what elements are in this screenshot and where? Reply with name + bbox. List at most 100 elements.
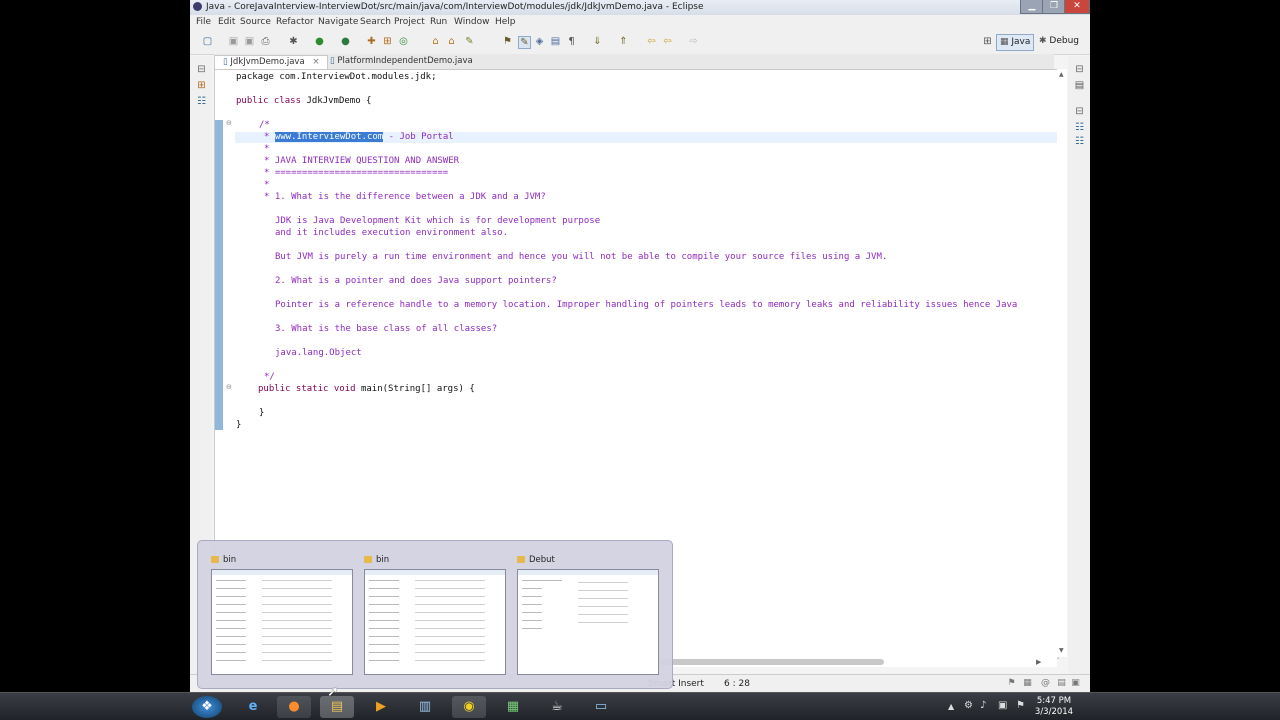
minimize-button[interactable]: ▁ (1020, 0, 1044, 14)
java-perspective-icon: ▦ (1000, 37, 1012, 47)
tab-jdkjvmdemo[interactable]: ▯ JdkJvmDemo.java × (214, 55, 329, 69)
preview-column (262, 580, 332, 581)
comment-star: * (264, 144, 270, 154)
search-icon[interactable]: ✎ (464, 36, 475, 47)
action-center-icon[interactable]: ⚑ (1016, 700, 1025, 711)
preview-column (415, 604, 485, 605)
remote-desktop-icon[interactable]: ▭ (584, 696, 618, 718)
notepad-app-icon[interactable]: ▥ (408, 696, 442, 718)
menu-bar: File Edit Source Refactor Navigate Searc… (190, 15, 1090, 30)
preview-header (518, 570, 658, 575)
toggle-mark-icon[interactable]: ✎ (518, 36, 531, 49)
tasks-icon[interactable]: ⚑ (1006, 678, 1017, 689)
preview-row (369, 588, 399, 589)
vertical-scrollbar[interactable]: ▲ ▼ (1057, 69, 1067, 657)
restore-view-icon[interactable]: ⊟ (196, 64, 207, 75)
new-package-icon[interactable]: ◎ (398, 36, 409, 47)
preview-row (216, 628, 246, 629)
coverage-icon[interactable]: ● (340, 36, 351, 47)
outline-icon[interactable]: ☷ (1074, 136, 1085, 147)
open-perspective-icon[interactable]: ⊞ (982, 36, 993, 47)
media-player-icon[interactable]: ▶ (364, 696, 398, 718)
close-button[interactable]: ✕ (1064, 0, 1090, 14)
preview-label-text: bin (223, 555, 237, 565)
last-edit-icon[interactable]: ⇦ (646, 36, 657, 47)
menu-project[interactable]: Project (394, 17, 425, 27)
preview-window-debut[interactable]: Debut (515, 551, 665, 677)
preview-column (415, 612, 485, 613)
comment-answer-3: java.lang.Object (275, 348, 362, 358)
perspective-java[interactable]: ▦ Java (996, 34, 1035, 51)
menu-edit[interactable]: Edit (218, 17, 235, 27)
menu-navigate[interactable]: Navigate (318, 17, 358, 27)
preview-row (522, 628, 542, 629)
show-hidden-icons-icon[interactable]: ▲ (948, 702, 954, 711)
fold-collapse-icon[interactable]: ⊖ (226, 383, 232, 391)
network-icon[interactable]: ▣ (998, 700, 1007, 711)
debug-icon[interactable]: ✱ (288, 36, 299, 47)
scroll-right-icon[interactable]: ▶ (1036, 658, 1041, 666)
system-tray-icon[interactable]: ⚙ (964, 700, 973, 711)
pin-icon[interactable]: ⚑ (502, 36, 513, 47)
menu-run[interactable]: Run (430, 17, 447, 27)
menu-help[interactable]: Help (495, 17, 516, 27)
comment-answer-1a: JDK is Java Development Kit which is for… (275, 216, 601, 226)
console-icon[interactable]: @ (1040, 678, 1051, 689)
tab-platformindependentdemo[interactable]: ▯ PlatformIndependentDemo.java (322, 55, 481, 68)
outline-icon[interactable]: ☷ (1074, 122, 1085, 133)
restore-button[interactable]: ❐ (1042, 0, 1066, 14)
code-brace-class: } (236, 420, 242, 430)
fold-collapse-icon[interactable]: ⊖ (226, 119, 232, 127)
new-java-project-icon[interactable]: ⊞ (382, 36, 393, 47)
scroll-down-icon[interactable]: ▼ (1059, 647, 1064, 654)
save-all-icon[interactable]: ▣ (244, 36, 255, 47)
next-annotation-icon[interactable]: ⇓ (592, 36, 603, 47)
save-icon[interactable]: ▣ (228, 36, 239, 47)
preview-label: bin (364, 553, 389, 567)
start-button[interactable]: ❖ (192, 696, 222, 718)
preview-column (415, 620, 485, 621)
new-icon[interactable]: ▢ (202, 36, 213, 47)
forward-icon[interactable]: ⇨ (688, 36, 699, 47)
task-list-icon[interactable]: ▤ (1074, 80, 1085, 91)
external-tools-icon[interactable]: ✚ (366, 36, 377, 47)
back-icon[interactable]: ⇦ (662, 36, 673, 47)
menu-window[interactable]: Window (454, 17, 490, 27)
show-whitespace-icon[interactable]: ◈ (534, 36, 545, 47)
preview-window-bin-1[interactable]: bin (209, 551, 359, 677)
print-icon[interactable]: ⎙ (260, 36, 271, 47)
mouse-pointer-icon: ➚ (327, 684, 339, 700)
fast-view-icon[interactable]: ▣ (1070, 678, 1081, 689)
hierarchy-icon[interactable]: ☷ (196, 96, 207, 107)
internet-explorer-icon[interactable]: e (236, 696, 270, 718)
problems-icon[interactable]: ▦ (1022, 678, 1033, 689)
java-app-icon[interactable]: ☕ (540, 696, 574, 718)
scroll-up-icon[interactable]: ▲ (1059, 71, 1064, 78)
open-type-icon[interactable]: ⌂ (430, 36, 441, 47)
open-task-icon[interactable]: ⌂ (446, 36, 457, 47)
menu-search[interactable]: Search (360, 17, 391, 27)
restore-view-icon[interactable]: ⊟ (1074, 106, 1085, 117)
package-explorer-icon[interactable]: ⊞ (196, 80, 207, 91)
link-selection[interactable]: www.InterviewDot.com (274, 132, 384, 142)
preview-row (369, 596, 399, 597)
tab-close-icon[interactable]: × (312, 57, 319, 67)
taskbar-clock[interactable]: 5:47 PM 3/3/2014 (1032, 696, 1076, 718)
menu-file[interactable]: File (196, 17, 211, 27)
javadoc-icon[interactable]: ▤ (1056, 678, 1067, 689)
restore-view-icon[interactable]: ⊟ (1074, 64, 1085, 75)
chart-app-icon[interactable]: ▦ (496, 696, 530, 718)
eclipse-app-icon[interactable]: ◉ (452, 696, 486, 718)
run-icon[interactable]: ● (314, 36, 325, 47)
preview-row (369, 580, 399, 581)
prev-annotation-icon[interactable]: ⇑ (618, 36, 629, 47)
firefox-icon[interactable]: ● (277, 696, 311, 718)
menu-refactor[interactable]: Refactor (276, 17, 314, 27)
preview-window-bin-2[interactable]: bin (362, 551, 512, 677)
menu-source[interactable]: Source (240, 17, 271, 27)
preview-row (522, 620, 542, 621)
block-select-icon[interactable]: ▤ (550, 36, 561, 47)
volume-icon[interactable]: ♪ (980, 700, 986, 711)
perspective-debug[interactable]: ✱ Debug (1036, 34, 1082, 49)
paragraph-icon[interactable]: ¶ (566, 36, 577, 47)
